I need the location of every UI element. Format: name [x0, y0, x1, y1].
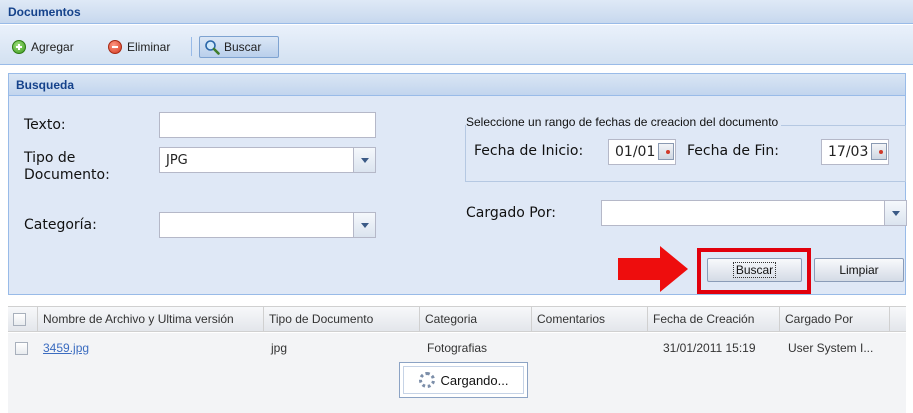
select-all-checkbox[interactable]	[13, 312, 26, 326]
text-input[interactable]	[159, 112, 376, 138]
category-label: Categoría:	[24, 217, 97, 233]
column-header[interactable]: Categoria	[420, 306, 532, 332]
start-date-field[interactable]: 01/01	[608, 139, 676, 165]
start-date-value: 01/01	[615, 144, 656, 160]
search-toolbar-button[interactable]: Buscar	[199, 36, 279, 58]
doc-type-label: Tipo de Documento:	[24, 150, 110, 183]
category-select[interactable]	[159, 212, 376, 238]
chevron-down-icon[interactable]	[353, 148, 375, 172]
chevron-down-icon[interactable]	[884, 201, 906, 225]
column-header[interactable]: Comentarios	[532, 306, 648, 332]
add-button[interactable]: Agregar	[8, 36, 78, 58]
comments-cell	[534, 333, 539, 363]
loading-spinner-icon	[418, 372, 435, 388]
search-toolbar-label: Buscar	[224, 40, 262, 54]
end-date-value: 17/03	[828, 144, 869, 160]
panel-header	[0, 0, 913, 24]
calendar-icon[interactable]	[658, 143, 674, 160]
category-cell: Fotografias	[427, 341, 488, 355]
file-name-cell[interactable]: 3459.jpg	[38, 333, 89, 363]
doc-type-cell: jpg	[271, 341, 288, 355]
add-circle-icon	[12, 40, 26, 54]
file-link[interactable]: 3459.jpg	[43, 341, 89, 355]
search-panel-title: Busqueda	[16, 78, 75, 92]
doc-type-select[interactable]: JPG	[159, 147, 376, 173]
end-date-field[interactable]: 17/03	[821, 139, 889, 165]
text-label: Texto:	[24, 117, 66, 133]
row-checkbox[interactable]	[15, 341, 28, 355]
panel-title: Documentos	[8, 5, 81, 19]
date-range-legend: Seleccione un rango de fechas de creacio…	[466, 115, 782, 129]
end-date-label: Fecha de Fin:	[687, 143, 779, 159]
chevron-down-icon[interactable]	[353, 213, 375, 237]
column-header[interactable]: Nombre de Archivo y Ultima versión	[38, 306, 264, 332]
select-all-header[interactable]	[8, 306, 38, 332]
search-panel-header	[9, 74, 905, 96]
start-date-label: Fecha de Inicio:	[474, 143, 584, 159]
red-arrow-icon	[618, 246, 688, 292]
doc-type-value: JPG	[166, 152, 188, 168]
column-header[interactable]: Fecha de Creación	[648, 306, 780, 332]
calendar-icon[interactable]	[871, 143, 887, 160]
add-button-label: Agregar	[31, 40, 74, 54]
loading-indicator: Cargando...	[399, 362, 528, 398]
column-header[interactable]: Tipo de Documento	[264, 306, 420, 332]
magnifier-icon	[205, 40, 220, 55]
loading-text: Cargando...	[440, 372, 509, 388]
uploaded-by-cell: User System I...	[788, 341, 874, 355]
row-select[interactable]	[10, 333, 38, 363]
delete-button-label: Eliminar	[127, 40, 171, 54]
uploaded-by-label: Cargado Por:	[466, 205, 556, 221]
clear-button[interactable]: Limpiar	[814, 258, 904, 282]
toolbar-separator	[191, 37, 192, 56]
clear-button-label: Limpiar	[839, 263, 879, 277]
highlight-box	[697, 248, 811, 294]
remove-circle-icon	[108, 40, 122, 54]
delete-button[interactable]: Eliminar	[104, 36, 174, 58]
uploaded-by-select[interactable]	[601, 200, 907, 226]
column-header[interactable]: Cargado Por	[780, 306, 890, 332]
created-cell: 31/01/2011 15:19	[663, 341, 756, 355]
loading-box: Cargando...	[403, 366, 524, 394]
